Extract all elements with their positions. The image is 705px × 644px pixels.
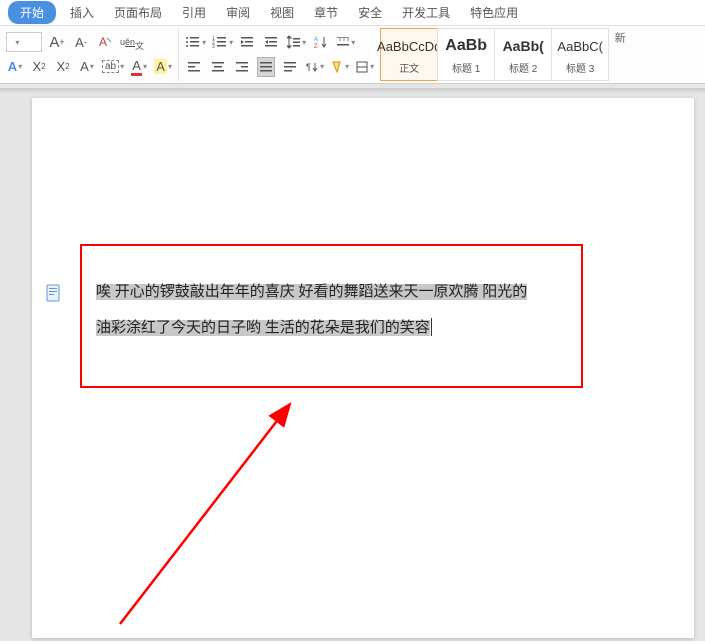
- style-label: 标题 3: [566, 60, 594, 77]
- font-group: ▾ A+ A- A uěn文 A▾ X2 X2 A▾ ab▾ A▾ A▾: [0, 28, 179, 81]
- change-case-btn[interactable]: A▾: [78, 57, 96, 77]
- tab-stops-btn[interactable]: ▾: [336, 32, 355, 52]
- align-right-btn[interactable]: [233, 57, 251, 77]
- style-label: 标题 2: [509, 60, 537, 77]
- tab-layout[interactable]: 页面布局: [104, 0, 172, 25]
- style-heading1[interactable]: AaBb 标题 1: [437, 28, 495, 81]
- style-preview: AaBb(: [503, 32, 544, 60]
- decrease-indent-btn[interactable]: [239, 32, 257, 52]
- more-styles[interactable]: 新: [609, 28, 629, 81]
- tab-security[interactable]: 安全: [348, 0, 392, 25]
- svg-text:¶: ¶: [306, 62, 311, 72]
- align-justify-btn[interactable]: [257, 57, 275, 77]
- tab-special[interactable]: 特色应用: [460, 0, 528, 25]
- document-page[interactable]: [32, 98, 694, 638]
- selected-text-line2: 油彩涂红了今天的日子哟 生活的花朵是我们的笑容: [96, 320, 430, 336]
- font-size-input[interactable]: ▾: [6, 32, 42, 52]
- style-preview: AaBbCcDd: [377, 32, 441, 60]
- styles-group: AaBbCcDd 正文 AaBb 标题 1 AaBb( 标题 2 AaBbC( …: [381, 28, 609, 81]
- document-text[interactable]: 唉 开心的锣鼓敲出年年的喜庆 好看的舞蹈送来天一原欢腾 阳光的 油彩涂红了今天的…: [96, 274, 574, 346]
- superscript-btn[interactable]: X2: [54, 57, 72, 77]
- text-effect-btn[interactable]: A▾: [6, 57, 24, 77]
- bullets-btn[interactable]: ▾: [185, 32, 206, 52]
- svg-text:A: A: [314, 37, 318, 43]
- selected-text-line1: 唉 开心的锣鼓敲出年年的喜庆 好看的舞蹈送来天一原欢腾 阳光的: [96, 284, 527, 300]
- tab-review[interactable]: 审阅: [216, 0, 260, 25]
- section-icon: [46, 284, 62, 302]
- increase-indent-btn[interactable]: [263, 32, 281, 52]
- document-background: 唉 开心的锣鼓敲出年年的喜庆 好看的舞蹈送来天一原欢腾 阳光的 油彩涂红了今天的…: [0, 84, 705, 641]
- tab-view[interactable]: 视图: [260, 0, 304, 25]
- shrink-font-btn[interactable]: A-: [72, 32, 90, 52]
- subscript-btn[interactable]: X2: [30, 57, 48, 77]
- text-caret: [431, 318, 432, 336]
- style-preview: AaBb: [445, 32, 487, 60]
- style-label: 标题 1: [452, 60, 480, 77]
- tab-devtools[interactable]: 开发工具: [392, 0, 460, 25]
- style-label: 正文: [399, 60, 419, 77]
- paragraph-group: ▾ 123▾ ▾ AZ ▾: [179, 28, 381, 81]
- tab-chapter[interactable]: 章节: [304, 0, 348, 25]
- align-distribute-btn[interactable]: [281, 57, 299, 77]
- style-heading2[interactable]: AaBb( 标题 2: [494, 28, 552, 81]
- line-spacing-btn[interactable]: ▾: [287, 32, 306, 52]
- shading-btn[interactable]: ▾: [330, 57, 349, 77]
- grow-font-btn[interactable]: A+: [48, 32, 66, 52]
- tab-start[interactable]: 开始: [8, 1, 56, 24]
- sort-btn[interactable]: AZ: [312, 32, 330, 52]
- align-center-btn[interactable]: [209, 57, 227, 77]
- numbering-btn[interactable]: 123▾: [212, 32, 233, 52]
- highlight-color-btn[interactable]: A▾: [154, 57, 172, 77]
- borders-btn[interactable]: ▾: [355, 57, 374, 77]
- font-color-btn[interactable]: A▾: [130, 57, 148, 77]
- menu-bar: 开始 插入 页面布局 引用 审阅 视图 章节 安全 开发工具 特色应用: [0, 0, 705, 26]
- ribbon: ▾ A+ A- A uěn文 A▾ X2 X2 A▾ ab▾ A▾ A▾ ▾ 1…: [0, 26, 705, 84]
- svg-text:3: 3: [212, 44, 215, 49]
- svg-text:Z: Z: [314, 44, 318, 49]
- style-preview: AaBbC(: [557, 32, 603, 60]
- phonetic-btn[interactable]: uěn文: [120, 32, 144, 52]
- text-direction-btn[interactable]: ¶▾: [305, 57, 324, 77]
- clear-format-btn[interactable]: A: [96, 32, 114, 52]
- tab-reference[interactable]: 引用: [172, 0, 216, 25]
- svg-text:A: A: [99, 35, 107, 49]
- style-body[interactable]: AaBbCcDd 正文: [380, 28, 438, 81]
- align-left-btn[interactable]: [185, 57, 203, 77]
- style-heading3[interactable]: AaBbC( 标题 3: [551, 28, 609, 81]
- tab-insert[interactable]: 插入: [60, 0, 104, 25]
- char-border-btn[interactable]: ab▾: [102, 57, 124, 77]
